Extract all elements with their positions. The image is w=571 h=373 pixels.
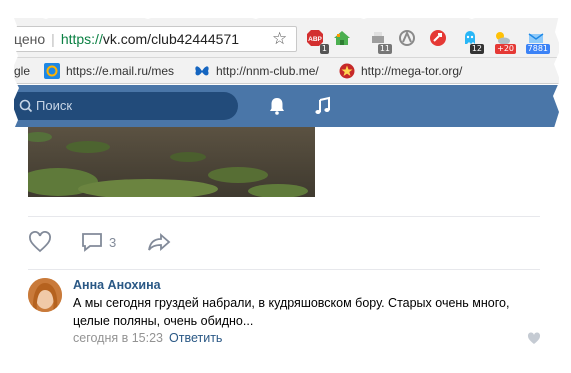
mailru-icon bbox=[44, 63, 60, 79]
printer-badge: 11 bbox=[377, 44, 392, 54]
comments-divider bbox=[28, 269, 540, 270]
search-placeholder: Поиск bbox=[36, 98, 73, 113]
bookmark-mega-tor[interactable]: http://mega-tor.org/ bbox=[339, 58, 462, 84]
adblock-badge: 1 bbox=[319, 44, 329, 54]
url-prefix: цено bbox=[14, 31, 46, 47]
heart-icon bbox=[29, 231, 51, 253]
vk-header: Поиск bbox=[14, 85, 559, 127]
rocket-icon[interactable] bbox=[428, 28, 448, 48]
mail-badge: 7881 bbox=[525, 44, 550, 54]
butterfly-icon bbox=[194, 63, 210, 79]
url-separator: | bbox=[51, 31, 55, 47]
weather-badge: +20 bbox=[495, 44, 516, 54]
bookmark-nnm-club[interactable]: http://nnm-club.me/ bbox=[194, 58, 319, 84]
notifications-bell-icon[interactable] bbox=[266, 95, 288, 117]
share-arrow-icon bbox=[148, 233, 171, 251]
adblock-icon[interactable]: ABP 1 bbox=[305, 28, 329, 54]
printer-icon[interactable]: 11 bbox=[368, 28, 392, 54]
reply-link[interactable]: Ответить bbox=[169, 331, 222, 345]
comments-count: 3 bbox=[109, 234, 117, 250]
music-note-icon[interactable] bbox=[312, 95, 334, 117]
comment-time[interactable]: сегодня в 15:23 bbox=[73, 331, 163, 345]
comments-button[interactable]: 3 bbox=[80, 230, 116, 254]
address-bar[interactable]: цено | https://vk.com/club42444571 ☆ bbox=[14, 26, 297, 52]
comment-meta: сегодня в 15:23 Ответить bbox=[73, 331, 222, 345]
bookmark-mailru[interactable]: https://e.mail.ru/mes bbox=[44, 58, 174, 84]
search-input[interactable]: Поиск bbox=[14, 92, 238, 120]
ghost-badge: 12 bbox=[469, 44, 484, 54]
comment-icon bbox=[82, 233, 102, 252]
share-button[interactable] bbox=[146, 230, 172, 254]
url-host: vk.com/club42444571 bbox=[102, 31, 240, 47]
bookmark-label: http://mega-tor.org/ bbox=[361, 64, 463, 78]
screenshot-content: цено | https://vk.com/club42444571 ☆ ABP 1… bbox=[14, 18, 559, 363]
comment-text: А мы сегодня груздей набрали, в кудряшов… bbox=[73, 296, 510, 328]
bookmarks-bar: gle https://e.mail.ru/mes http://nnm-clu… bbox=[14, 58, 559, 84]
svg-text:ABP: ABP bbox=[308, 36, 322, 43]
home-icon[interactable] bbox=[332, 28, 352, 48]
url-scheme: https:// bbox=[60, 31, 103, 47]
bookmark-label: https://e.mail.ru/mes bbox=[66, 64, 175, 78]
bookmark-google[interactable]: gle bbox=[14, 58, 30, 84]
bookmark-label: http://nnm-club.me/ bbox=[216, 64, 319, 78]
post-divider bbox=[28, 216, 540, 217]
search-icon bbox=[19, 92, 33, 130]
browser-toolbar: цено | https://vk.com/club42444571 ☆ ABP 1… bbox=[14, 18, 559, 58]
arch-icon[interactable] bbox=[397, 28, 417, 48]
avatar[interactable] bbox=[28, 278, 62, 312]
mail-icon[interactable]: 7881 bbox=[525, 28, 550, 54]
post-photo[interactable] bbox=[28, 127, 315, 197]
comment-author[interactable]: Анна Анохина bbox=[73, 278, 161, 292]
weather-icon[interactable]: +20 bbox=[492, 28, 516, 54]
like-button[interactable] bbox=[28, 230, 52, 254]
star-icon bbox=[339, 63, 355, 79]
bookmark-star-icon[interactable]: ☆ bbox=[272, 30, 287, 48]
bookmark-label: gle bbox=[14, 64, 31, 78]
comment-like-icon[interactable] bbox=[527, 332, 541, 350]
ghost-icon[interactable]: 12 bbox=[460, 28, 484, 54]
